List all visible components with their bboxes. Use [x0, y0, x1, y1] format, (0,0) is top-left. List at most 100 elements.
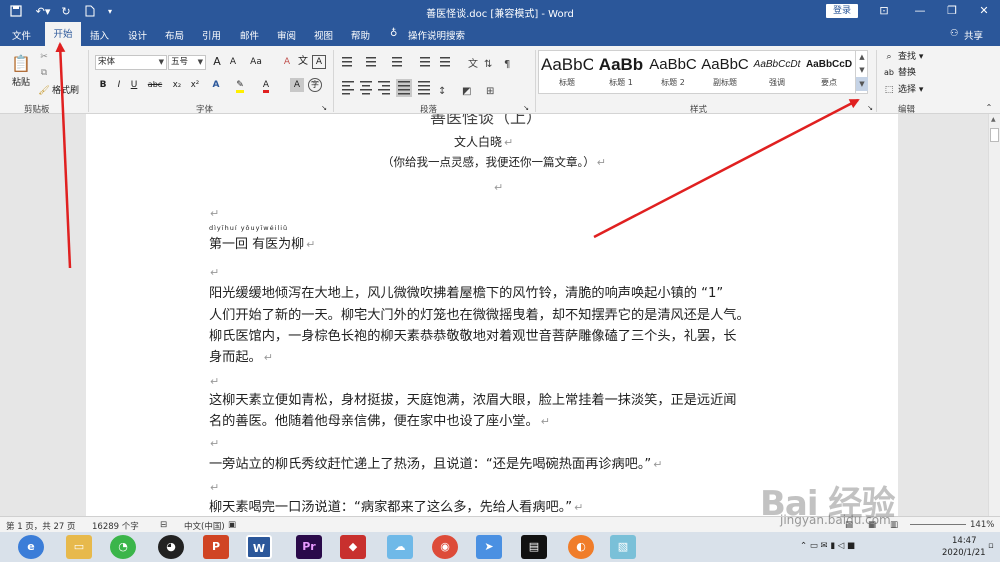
body-line: 人们开始了新的一天。柳宅大门外的灯笼也在微微摇曳着，却不知摆弄它的是清风还是人气…	[209, 308, 750, 323]
app-icon[interactable]: ◐	[568, 535, 594, 559]
replace-icon[interactable]: ab	[882, 66, 896, 80]
tell-me-search[interactable]: 操作说明搜索	[408, 28, 465, 42]
tray-icons[interactable]: ⌃ ▭ ✉ ▮ ◁ ■	[800, 541, 855, 551]
style-emphasis[interactable]: AaBbCcDt 强调	[751, 53, 803, 93]
ribbon-tabs: 文件 开始 插入 设计 布局 引用 邮件 审阅 视图 帮助 ♁ 操作说明搜索 ⚇…	[0, 22, 1000, 46]
clock-time[interactable]: 14:47	[952, 536, 977, 546]
char-shading-icon[interactable]: A	[290, 78, 304, 92]
find-icon[interactable]: ⌕	[882, 50, 896, 64]
style-subtitle[interactable]: AaBbC 副标题	[699, 53, 751, 93]
scroll-up-icon[interactable]: ▲	[991, 116, 996, 123]
styles-down-icon[interactable]: ▼	[856, 64, 868, 77]
paste-button[interactable]: 粘贴	[8, 76, 34, 90]
notification-icon[interactable]: ▫	[988, 541, 994, 551]
tab-file[interactable]: 文件	[12, 28, 31, 42]
body-line: 身而起。 ↵	[209, 350, 273, 365]
page-count[interactable]: 第 1 页，共 27 页	[6, 520, 76, 532]
copy-icon[interactable]: ⧉	[38, 66, 50, 80]
subscript-button[interactable]: x₂	[170, 78, 184, 92]
enclose-char-icon[interactable]: 字	[308, 78, 322, 92]
zoom-slider[interactable]	[910, 524, 966, 525]
styles-up-icon[interactable]: ▲	[856, 51, 868, 64]
tab-insert[interactable]: 插入	[90, 28, 109, 42]
select-icon[interactable]: ⬚	[882, 83, 896, 97]
highlight-icon[interactable]: ✎	[230, 78, 250, 93]
cloud-app-icon[interactable]: ☁	[387, 535, 413, 559]
notes-icon[interactable]: ▧	[610, 535, 636, 559]
feishu-icon[interactable]: ➤	[476, 535, 502, 559]
video-editor-icon[interactable]: ◆	[340, 535, 366, 559]
replace-button[interactable]: 替换	[898, 66, 934, 80]
chrome-icon[interactable]: ◉	[432, 535, 458, 559]
format-painter-icon[interactable]: 🖌	[38, 84, 50, 98]
vertical-scrollbar[interactable]: ▲	[988, 114, 1000, 516]
select-button[interactable]: 选择 ▾	[898, 83, 934, 97]
scroll-thumb[interactable]	[990, 128, 999, 142]
tab-design[interactable]: 设计	[128, 28, 147, 42]
login-button[interactable]: 登录	[826, 4, 858, 18]
paragraph-mark: ↵	[210, 207, 220, 220]
clock-date[interactable]: 2020/1/21	[942, 548, 986, 558]
macro-icon[interactable]: ▣	[228, 520, 236, 530]
language[interactable]: 中文(中国)	[184, 520, 225, 532]
clear-format-button[interactable]: A	[280, 55, 294, 69]
watermark-url: jingyan.baidu.com	[780, 513, 891, 527]
tab-home[interactable]: 开始	[45, 22, 81, 46]
maximize-button[interactable]: ❐	[934, 0, 970, 22]
user-icon[interactable]: ⚇	[950, 28, 959, 39]
lightbulb-icon[interactable]: ♁	[390, 28, 397, 39]
proofing-icon[interactable]: ⊟	[160, 520, 167, 530]
font-color-icon[interactable]: A	[256, 78, 276, 93]
superscript-button[interactable]: x²	[188, 78, 202, 92]
share-button[interactable]: 共享	[964, 28, 983, 42]
text-effects-button[interactable]: A	[208, 78, 224, 92]
font-name-combo[interactable]: 宋体 ▼	[95, 55, 167, 70]
italic-button[interactable]: I	[113, 78, 125, 92]
tab-view[interactable]: 视图	[314, 28, 333, 42]
minimize-button[interactable]: —	[902, 0, 938, 22]
phonetic-guide-icon[interactable]: 文	[296, 55, 310, 69]
svg-text:文: 文	[468, 57, 478, 70]
group-divider	[535, 50, 536, 112]
premiere-icon[interactable]: Pr	[296, 535, 322, 559]
tab-mailings[interactable]: 邮件	[240, 28, 259, 42]
zoom-level[interactable]: 141%	[970, 520, 994, 530]
strikethrough-button[interactable]: abc	[145, 78, 165, 92]
media-player-icon[interactable]: ▤	[521, 535, 547, 559]
svg-text:↕: ↕	[438, 86, 446, 97]
group-divider	[333, 50, 334, 112]
paste-icon[interactable]: 📋	[10, 52, 32, 76]
tab-review[interactable]: 审阅	[277, 28, 296, 42]
char-border-icon[interactable]: A	[312, 55, 326, 69]
svg-text:◩: ◩	[462, 86, 471, 97]
style-strong[interactable]: AaBbCcD 要点	[803, 53, 855, 93]
qq-icon[interactable]: ◕	[158, 535, 184, 559]
style-title[interactable]: AaBbC 标题	[541, 53, 593, 93]
find-button[interactable]: 查找 ▾	[898, 50, 934, 64]
word-window: ↶▾ ↻ ▾ 善医怪谈.doc [兼容模式] - Word 登录 ⊡ — ❐ ✕…	[0, 0, 1000, 562]
file-explorer-icon[interactable]: ▭	[66, 535, 92, 559]
tab-layout[interactable]: 布局	[165, 28, 184, 42]
tab-help[interactable]: 帮助	[351, 28, 370, 42]
body-line: 这柳天素立便如青松，身材挺拔，天庭饱满，浓眉大眼，脸上常挂着一抹淡笑，正是远近闻	[209, 393, 737, 408]
styles-more-icon[interactable]: ▼	[856, 77, 868, 91]
tab-references[interactable]: 引用	[202, 28, 221, 42]
grow-font-button[interactable]: A	[210, 55, 224, 69]
close-button[interactable]: ✕	[966, 0, 1000, 22]
shrink-font-button[interactable]: A	[226, 55, 240, 69]
style-heading2[interactable]: AaBbC 标题 2	[647, 53, 699, 93]
bold-button[interactable]: B	[97, 78, 109, 92]
word-icon[interactable]: W	[246, 535, 272, 559]
powerpoint-icon[interactable]: P	[203, 535, 229, 559]
cut-icon[interactable]: ✂	[38, 50, 50, 64]
ribbon-display-icon[interactable]: ⊡	[866, 0, 902, 22]
style-heading1[interactable]: AaBb 标题 1	[595, 53, 647, 93]
format-painter-button[interactable]: 格式刷	[52, 84, 82, 98]
underline-button[interactable]: U	[128, 78, 140, 92]
change-case-button[interactable]: Aa	[246, 55, 266, 69]
body-line: 名的善医。他随着他母亲信佛，便在家中也设了座小堂。 ↵	[209, 414, 550, 429]
font-size-combo[interactable]: 五号 ▼	[168, 55, 206, 70]
browser-icon[interactable]: e	[18, 535, 44, 559]
wechat-icon[interactable]: ◔	[110, 535, 136, 559]
word-count[interactable]: 16289 个字	[92, 520, 139, 532]
